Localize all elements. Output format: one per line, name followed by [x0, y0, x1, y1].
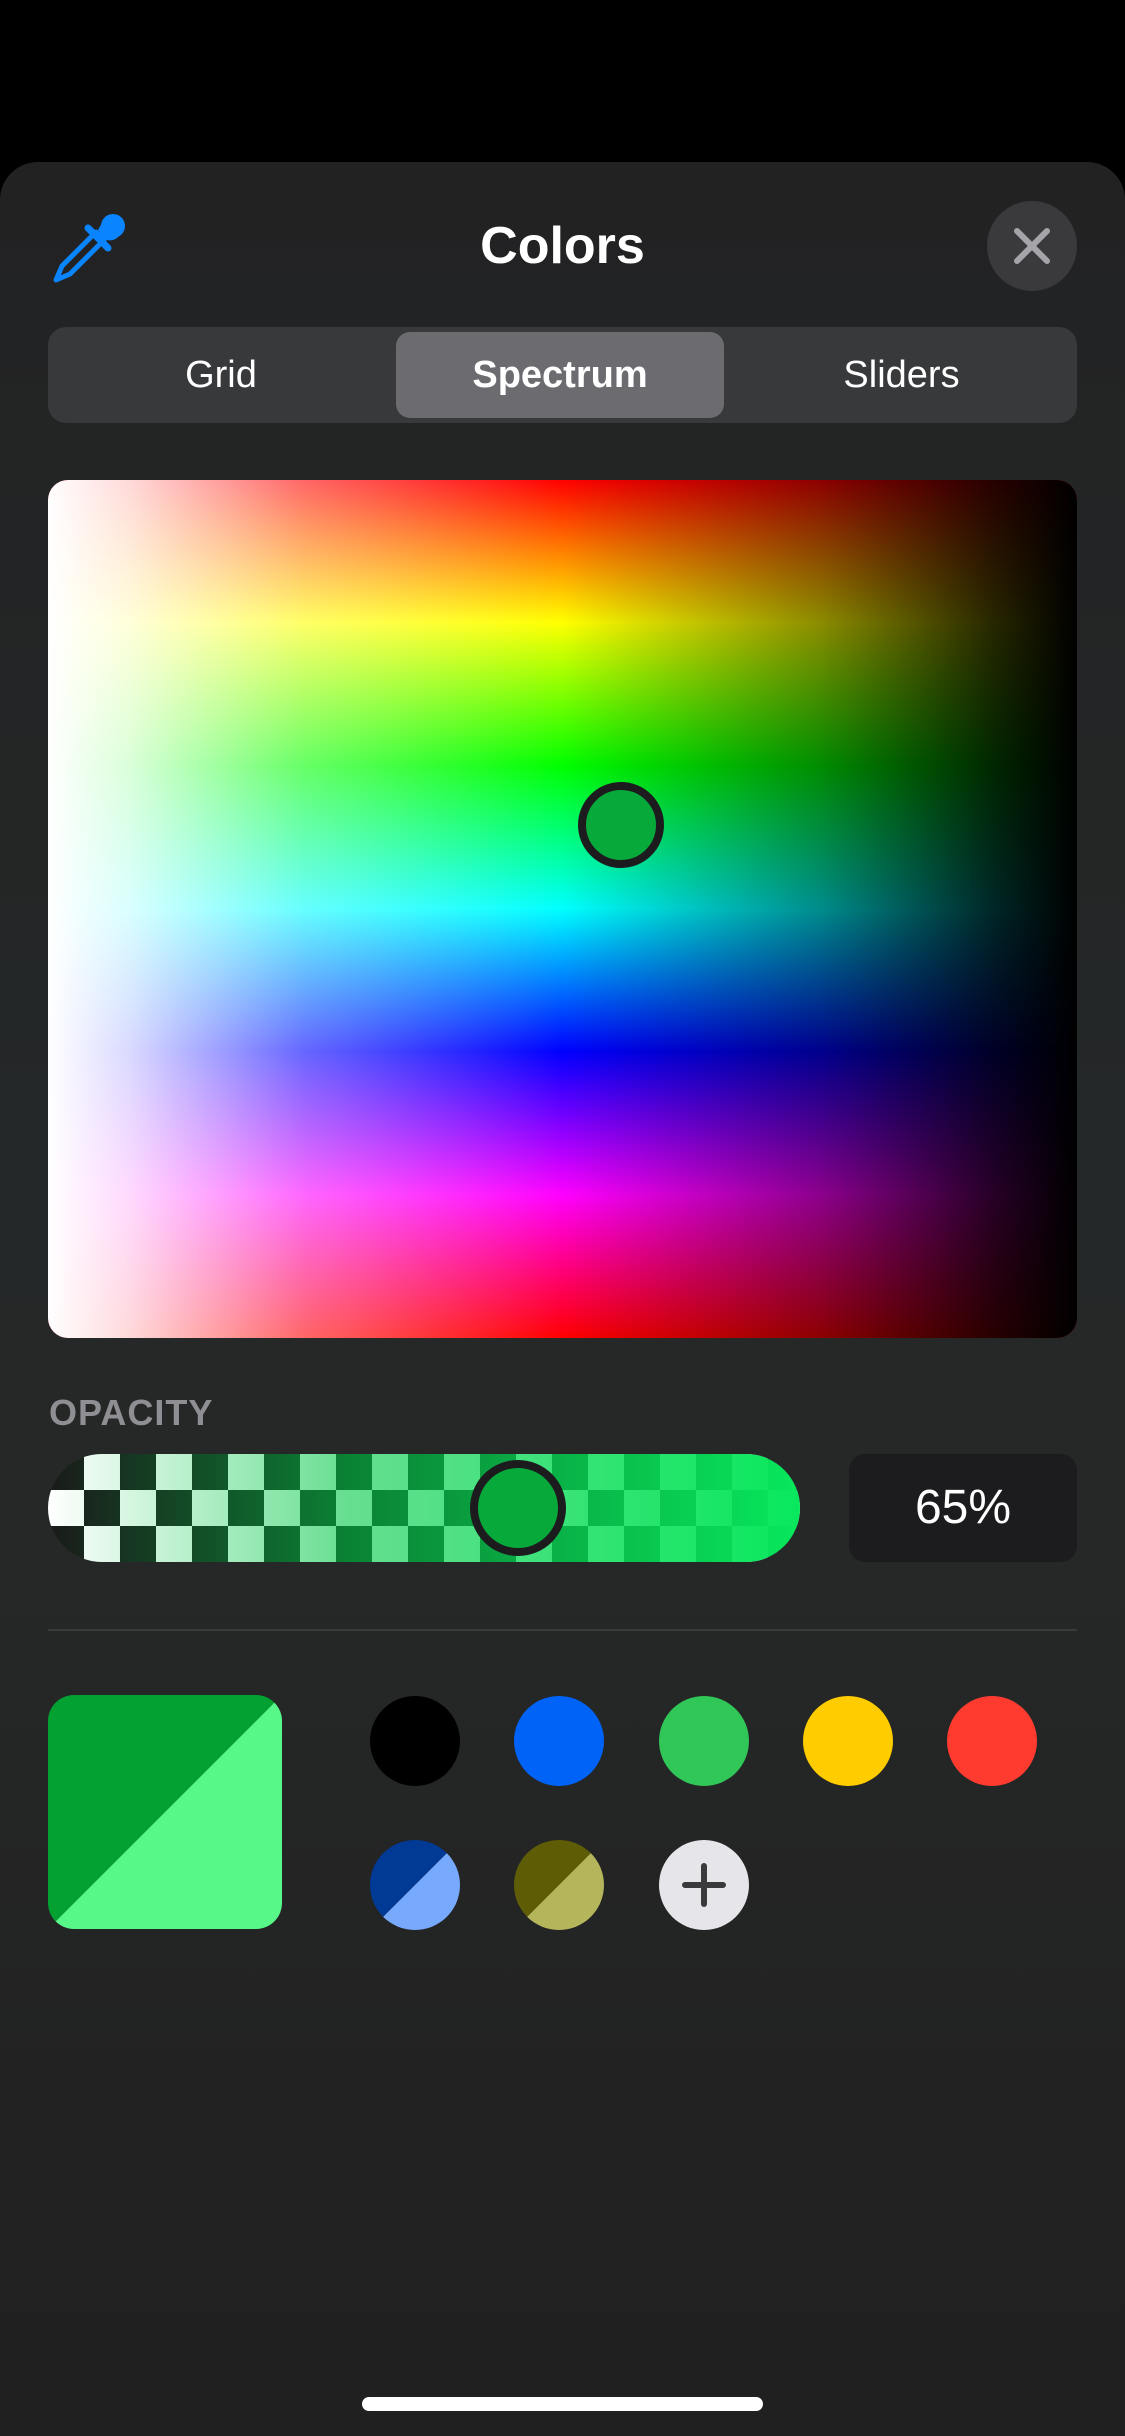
current-color-preview	[48, 1695, 282, 1929]
swatch-black[interactable]	[370, 1696, 460, 1786]
plus-icon	[682, 1863, 726, 1907]
spectrum-black-overlay	[48, 480, 1077, 1338]
color-spectrum[interactable]	[48, 480, 1077, 1338]
swatch-green[interactable]	[659, 1696, 749, 1786]
close-button[interactable]	[987, 201, 1077, 291]
opacity-slider[interactable]	[48, 1454, 800, 1562]
tab-sliders[interactable]: Sliders	[731, 332, 1072, 418]
tab-grid[interactable]: Grid	[53, 332, 389, 418]
add-swatch-button[interactable]	[659, 1840, 749, 1930]
opacity-gradient	[48, 1454, 800, 1562]
swatch-olive-khaki[interactable]	[514, 1840, 604, 1930]
sheet-title: Colors	[480, 217, 645, 275]
swatch-red[interactable]	[947, 1696, 1037, 1786]
swatch-blue[interactable]	[514, 1696, 604, 1786]
spectrum-selection-handle[interactable]	[578, 782, 664, 868]
opacity-label: OPACITY	[49, 1392, 214, 1433]
swatch-yellow[interactable]	[803, 1696, 893, 1786]
opacity-slider-handle[interactable]	[470, 1460, 566, 1556]
home-indicator[interactable]	[362, 2397, 763, 2411]
tab-spectrum[interactable]: Spectrum	[396, 332, 724, 418]
screen: Colors Grid Spectrum Sliders OPACITY 65%	[0, 0, 1125, 2436]
divider	[48, 1629, 1077, 1631]
opacity-value-field[interactable]: 65%	[849, 1454, 1077, 1562]
swatch-dark-blue-light-blue[interactable]	[370, 1840, 460, 1930]
mode-segmented-control: Grid Spectrum Sliders	[48, 327, 1077, 423]
close-icon	[1014, 228, 1050, 264]
